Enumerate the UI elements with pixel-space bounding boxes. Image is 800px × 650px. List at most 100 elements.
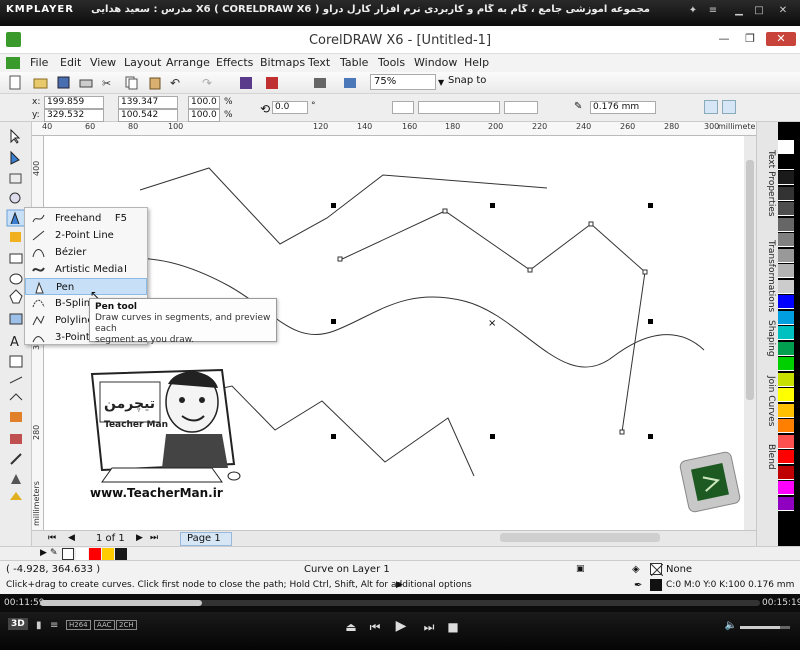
volume-icon[interactable]: 🔈 xyxy=(724,620,738,631)
menu-tools[interactable]: Tools xyxy=(378,56,405,69)
camtasia-logo-icon xyxy=(679,451,741,513)
palette-swatch[interactable] xyxy=(778,419,794,433)
document-palette-swatch[interactable] xyxy=(115,548,127,560)
flyout-item-pen[interactable]: Pen xyxy=(25,278,147,295)
palette-swatch[interactable] xyxy=(778,248,794,263)
next-page-icon[interactable]: ▶ xyxy=(136,533,143,543)
palette-swatch[interactable] xyxy=(778,496,794,511)
horizontal-scroll-thumb[interactable] xyxy=(500,533,660,542)
player-close-icon[interactable]: ✕ xyxy=(776,4,790,18)
auto-close-icon[interactable] xyxy=(704,100,718,114)
document-palette-swatch[interactable] xyxy=(89,548,101,560)
crop-tool-icon xyxy=(9,173,22,184)
palette-swatch[interactable] xyxy=(778,357,794,371)
docker-tab-text-properties[interactable]: Text Properties xyxy=(758,150,776,217)
snap-to-button[interactable]: Snap to xyxy=(448,75,486,86)
x-position-field[interactable]: 199.859 mm xyxy=(44,96,104,118)
palette-swatch[interactable] xyxy=(778,171,794,185)
player-minimize-icon[interactable]: ▁ xyxy=(732,4,746,18)
close-button[interactable]: ✕ xyxy=(766,32,796,46)
palette-swatch[interactable] xyxy=(778,186,794,201)
rotation-field[interactable]: 0.0 xyxy=(272,101,308,114)
palette-swatch[interactable] xyxy=(778,310,794,325)
freehand-icon xyxy=(32,214,45,223)
play-icon[interactable]: ▶ xyxy=(394,618,408,634)
palette-swatch[interactable] xyxy=(778,326,794,340)
total-time: 00:15:19 xyxy=(762,598,800,608)
menu-bitmaps[interactable]: Bitmaps xyxy=(260,56,305,69)
ruler-tick-label: 160 xyxy=(402,122,418,131)
end-arrowhead-select[interactable] xyxy=(504,101,538,114)
menu-table[interactable]: Table xyxy=(340,56,368,69)
flyout-item-freehand[interactable]: Freehand F5 xyxy=(25,210,147,227)
prev-page-icon[interactable]: ◀ xyxy=(68,533,75,543)
menu-view[interactable]: View xyxy=(90,56,116,69)
menu-text[interactable]: Text xyxy=(308,56,330,69)
stop-icon[interactable]: ■ xyxy=(446,620,460,634)
menu-arrange[interactable]: Arrange xyxy=(166,56,210,69)
palette-swatch[interactable] xyxy=(778,140,794,154)
player-menu-icon[interactable]: ≡ xyxy=(706,4,720,18)
palette-swatch[interactable] xyxy=(778,388,794,402)
flyout-item-artistic-media[interactable]: Artistic Media I xyxy=(25,261,147,278)
first-page-icon[interactable]: ⏮ xyxy=(48,533,56,543)
playlist-icon[interactable]: ≡ xyxy=(50,620,58,631)
palette-swatch[interactable] xyxy=(778,403,794,418)
scale-x-field[interactable]: 100.0 xyxy=(188,96,220,109)
y-position-field[interactable]: 329.532 mm xyxy=(44,109,104,131)
docker-tab-shaping[interactable]: Shaping xyxy=(758,320,776,357)
minimize-button[interactable]: — xyxy=(712,32,736,46)
page-tab[interactable]: Page 1 xyxy=(180,532,232,546)
docker-tab-blend[interactable]: Blend xyxy=(758,444,776,470)
palette-swatch[interactable] xyxy=(778,264,794,278)
palette-swatch[interactable] xyxy=(778,295,794,309)
3d-badge[interactable]: 3D xyxy=(8,618,28,630)
preview-mode-icon[interactable] xyxy=(722,100,736,114)
palette-swatch[interactable] xyxy=(778,233,794,247)
document-palette-swatch[interactable] xyxy=(76,548,88,560)
menu-help[interactable]: Help xyxy=(464,56,489,69)
flyout-item-2-point-line[interactable]: 2-Point Line xyxy=(25,227,147,244)
palette-swatch[interactable] xyxy=(778,279,794,294)
width-field[interactable]: 139.347 mm xyxy=(118,96,178,118)
outline-width-field[interactable]: 0.176 mm xyxy=(590,101,656,114)
zoom-dropdown-chevron-icon[interactable]: ▼ xyxy=(438,78,444,87)
menu-effects[interactable]: Effects xyxy=(216,56,253,69)
screen-icon[interactable]: ▮ xyxy=(36,620,42,631)
menu-layout[interactable]: Layout xyxy=(124,56,161,69)
maximize-button[interactable]: ❐ xyxy=(738,32,762,46)
palette-swatch[interactable] xyxy=(778,434,794,449)
no-color-swatch[interactable] xyxy=(62,548,74,560)
start-arrowhead-select[interactable] xyxy=(392,101,414,114)
menu-edit[interactable]: Edit xyxy=(60,56,81,69)
scale-y-field[interactable]: 100.0 xyxy=(188,109,220,122)
palette-swatch[interactable] xyxy=(778,465,794,480)
docker-tab-transformations[interactable]: Transformations xyxy=(758,240,776,312)
next-icon[interactable]: ⏭ xyxy=(422,620,436,635)
previous-icon[interactable]: ⏮ xyxy=(368,620,382,635)
zoom-level-select[interactable]: 75% xyxy=(370,74,436,90)
palette-swatch[interactable] xyxy=(778,202,794,216)
docker-tab-join-curves[interactable]: Join Curves xyxy=(758,376,776,426)
palette-swatch[interactable] xyxy=(778,450,794,464)
pin-icon[interactable]: ✦ xyxy=(686,4,700,18)
vertical-scroll-thumb[interactable] xyxy=(746,160,754,400)
line-style-select[interactable] xyxy=(418,101,500,114)
height-field[interactable]: 100.542 mm xyxy=(118,109,178,131)
palette-swatch[interactable] xyxy=(778,155,794,170)
eyedropper-icon[interactable]: ✎ xyxy=(50,548,58,558)
menu-file[interactable]: File xyxy=(30,56,48,69)
palette-swatch[interactable] xyxy=(778,217,794,232)
outline-color-swatch xyxy=(650,579,662,591)
last-page-icon[interactable]: ⏭ xyxy=(150,533,158,543)
palette-swatch[interactable] xyxy=(778,372,794,387)
palette-swatch[interactable] xyxy=(778,481,794,495)
menu-window[interactable]: Window xyxy=(414,56,457,69)
player-maximize-icon[interactable]: □ xyxy=(752,4,766,18)
tooltip: Pen tool Draw curves in segments, and pr… xyxy=(89,298,277,345)
eject-icon[interactable]: ⏏ xyxy=(344,620,358,634)
flyout-item-bezier[interactable]: Bézier xyxy=(25,244,147,261)
document-palette-swatch[interactable] xyxy=(102,548,114,560)
palette-play-icon[interactable]: ▶ xyxy=(40,548,47,558)
palette-swatch[interactable] xyxy=(778,341,794,356)
